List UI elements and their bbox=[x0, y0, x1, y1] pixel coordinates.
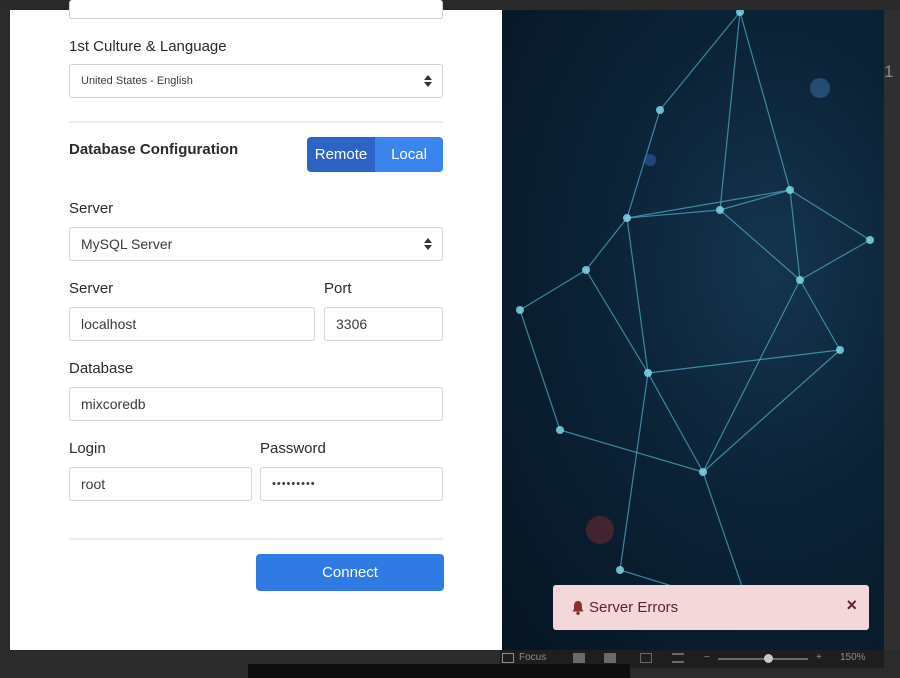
grid-icon[interactable] bbox=[604, 653, 616, 663]
login-input[interactable]: root bbox=[69, 467, 252, 501]
network-node bbox=[556, 426, 564, 434]
network-node bbox=[516, 306, 524, 314]
login-input-value: root bbox=[81, 476, 106, 492]
network-node bbox=[616, 566, 624, 574]
culture-label: 1st Culture & Language bbox=[69, 38, 227, 55]
network-node bbox=[836, 346, 844, 354]
network-line bbox=[559, 429, 704, 473]
network-node bbox=[656, 106, 664, 114]
server-input[interactable]: localhost bbox=[69, 307, 315, 341]
network-line bbox=[585, 269, 649, 374]
menu-icon[interactable] bbox=[672, 653, 684, 663]
database-label: Database bbox=[69, 360, 134, 377]
network-line bbox=[789, 189, 871, 241]
focus-label[interactable]: Focus bbox=[519, 652, 546, 663]
network-node bbox=[582, 266, 590, 274]
remote-button[interactable]: Remote bbox=[307, 137, 375, 172]
network-line bbox=[789, 189, 801, 281]
network-line bbox=[626, 217, 649, 374]
zoom-in-icon[interactable]: + bbox=[816, 652, 822, 663]
bokeh-light bbox=[586, 516, 614, 544]
section-divider bbox=[69, 121, 443, 123]
port-input[interactable]: 3306 bbox=[324, 307, 443, 341]
network-node bbox=[796, 276, 804, 284]
network-line bbox=[647, 349, 841, 374]
network-line bbox=[626, 109, 661, 219]
zoom-slider-track[interactable] bbox=[718, 658, 808, 660]
network-background-image bbox=[500, 10, 884, 650]
server-type-label: Server bbox=[69, 200, 114, 217]
network-line bbox=[626, 189, 791, 219]
db-mode-toggle: Remote Local bbox=[307, 137, 443, 172]
right-edge-strip bbox=[884, 10, 900, 650]
toast-message: Server Errors bbox=[589, 599, 679, 616]
zoom-value: 150% bbox=[840, 652, 866, 663]
network-node bbox=[866, 236, 874, 244]
edge-text: 1 bbox=[884, 62, 894, 81]
select-arrows-icon bbox=[424, 237, 432, 251]
zoom-slider-thumb[interactable] bbox=[764, 654, 773, 663]
split-icon[interactable] bbox=[640, 653, 652, 663]
database-input[interactable]: mixcoredb bbox=[69, 387, 443, 421]
network-node bbox=[623, 214, 631, 222]
network-line bbox=[619, 372, 649, 571]
server-input-value: localhost bbox=[81, 316, 137, 332]
password-input-value: ••••••••• bbox=[272, 478, 316, 490]
bokeh-light bbox=[810, 78, 830, 98]
network-line bbox=[647, 372, 704, 473]
password-label: Password bbox=[260, 440, 326, 457]
network-line bbox=[739, 11, 791, 191]
network-node bbox=[786, 186, 794, 194]
network-line bbox=[719, 11, 741, 211]
server-type-select[interactable]: MySQL Server bbox=[69, 227, 443, 261]
server-label: Server bbox=[69, 280, 114, 297]
network-node bbox=[644, 369, 652, 377]
network-line bbox=[702, 349, 841, 473]
port-input-value: 3306 bbox=[336, 316, 368, 332]
bokeh-light bbox=[644, 154, 656, 166]
login-label: Login bbox=[69, 440, 106, 457]
port-label: Port bbox=[324, 280, 352, 297]
database-config-heading: Database Configuration bbox=[69, 141, 239, 158]
network-node bbox=[716, 206, 724, 214]
zoom-out-icon[interactable]: − bbox=[704, 652, 710, 663]
network-line bbox=[702, 279, 801, 473]
network-node bbox=[699, 468, 707, 476]
connect-button[interactable]: Connect bbox=[256, 554, 444, 591]
close-icon[interactable]: × bbox=[846, 595, 857, 616]
network-line bbox=[519, 269, 587, 311]
server-type-value: MySQL Server bbox=[81, 236, 173, 252]
network-line bbox=[585, 217, 628, 271]
layout-icon[interactable] bbox=[573, 653, 585, 663]
cutoff-field[interactable] bbox=[69, 0, 443, 19]
setup-panel: 1st Culture & Language United States - E… bbox=[10, 0, 502, 650]
bell-icon bbox=[572, 600, 584, 615]
select-arrows-icon bbox=[424, 74, 432, 88]
network-line bbox=[626, 209, 721, 219]
culture-select[interactable]: United States - English bbox=[69, 64, 443, 98]
network-line bbox=[659, 11, 741, 111]
network-line bbox=[799, 239, 871, 281]
server-errors-toast[interactable]: Server Errors × bbox=[553, 585, 869, 630]
network-line bbox=[519, 309, 561, 431]
network-line bbox=[719, 209, 801, 281]
network-line bbox=[799, 279, 841, 351]
culture-select-value: United States - English bbox=[81, 75, 193, 87]
focus-icon[interactable] bbox=[502, 653, 514, 663]
bottom-dark-bar bbox=[248, 664, 630, 678]
section-divider bbox=[69, 538, 443, 540]
database-input-value: mixcoredb bbox=[81, 396, 146, 412]
password-input[interactable]: ••••••••• bbox=[260, 467, 443, 501]
local-button[interactable]: Local bbox=[375, 137, 443, 172]
